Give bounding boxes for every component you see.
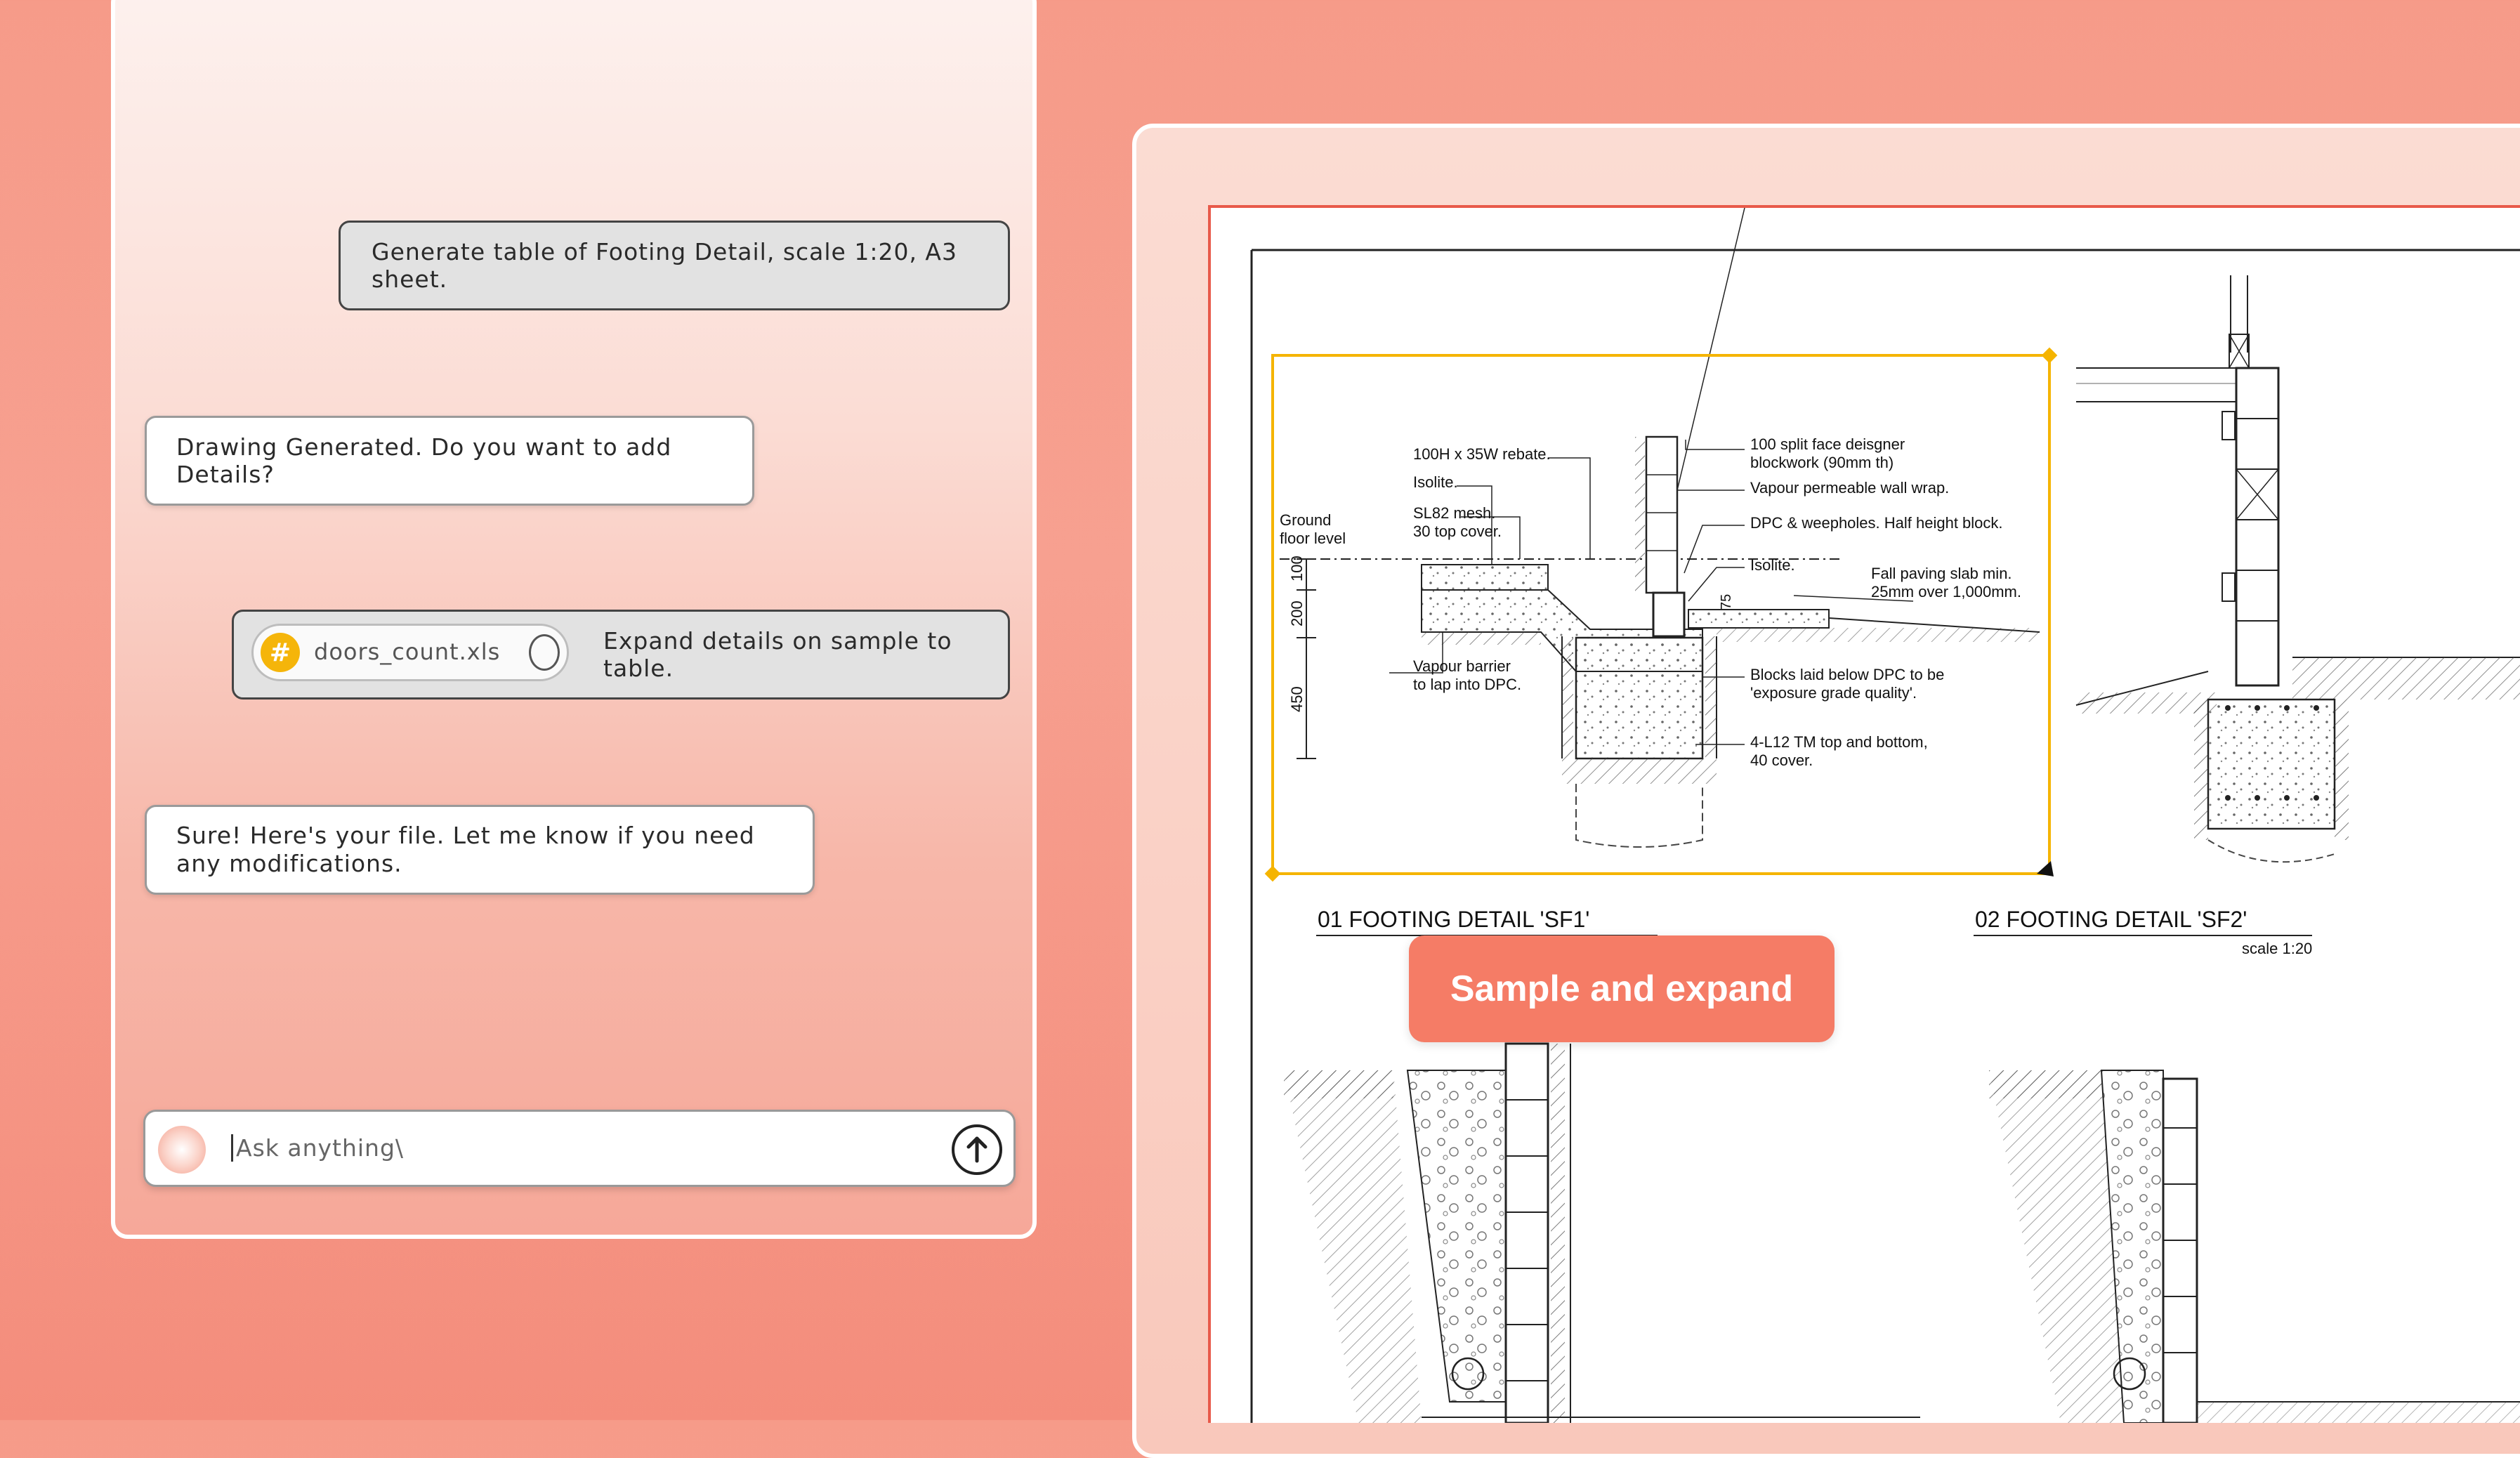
detail-title: 02 FOOTING DETAIL 'SF2' [1975,907,2247,932]
annotation: 'exposure grade quality'. [1750,684,1917,702]
message-text: Sure! Here's your file. Let me know if y… [176,822,755,877]
chat-message-user: Generate table of Footing Detail, scale … [339,221,1010,310]
footing-detail-sf1: 100H x 35W rebate. Isolite. SL82 mesh. 3… [1280,208,2040,848]
file-name: doors_count.xls [314,638,501,665]
annotation: blockwork (90mm th) [1750,454,1894,471]
hash-icon: # [261,633,300,672]
annotation: 100 split face deisgner [1750,435,1905,453]
footing-detail-lower-right [1989,1070,2520,1423]
annotation: 4-L12 TM top and bottom, [1750,733,1928,751]
footing-detail-lower-left [1284,1042,1920,1423]
message-text: Drawing Generated. Do you want to add De… [176,433,672,488]
message-text: Generate table of Footing Detail, scale … [372,238,957,293]
annotation: to lap into DPC. [1413,676,1521,693]
file-attachment-chip[interactable]: # doors_count.xls [251,624,569,681]
annotation: Vapour permeable wall wrap. [1750,479,1949,497]
dimension-label: 100 [1288,556,1306,582]
file-status-icon [529,634,560,671]
footing-detail-sf2 [2075,275,2520,863]
detail-scale: scale 1:20 [2242,940,2312,957]
dimension-label: 200 [1288,600,1306,626]
detail-title: 01 FOOTING DETAIL 'SF1' [1318,907,1589,932]
annotation: Ground [1280,511,1331,529]
dimension-label: 450 [1288,686,1306,712]
dimension-label: 75 [1719,594,1734,610]
annotation: DPC & weepholes. Half height block. [1750,514,2003,532]
annotation: Isolite. [1750,556,1795,574]
annotation: Vapour barrier [1413,657,1511,675]
chat-input-bar: Ask anything\ [143,1110,1016,1187]
chat-message-assistant: Drawing Generated. Do you want to add De… [145,416,754,506]
arrow-up-icon [966,1136,987,1163]
footing-drawing: 100H x 35W rebate. Isolite. SL82 mesh. 3… [1250,208,2520,1423]
annotation: floor level [1280,530,1346,547]
annotation: Isolite. [1413,473,1458,491]
annotation: Fall paving slab min. [1871,565,2012,582]
chat-input[interactable]: Ask anything\ [231,1134,404,1162]
annotation: 40 cover. [1750,751,1813,769]
chat-message-assistant: Sure! Here's your file. Let me know if y… [145,805,815,895]
annotation: Blocks laid below DPC to be [1750,666,1944,683]
annotation: 25mm over 1,000mm. [1871,583,2021,600]
drawing-sheet: 100H x 35W rebate. Isolite. SL82 mesh. 3… [1208,205,2520,1423]
message-text: Expand details on sample to table. [603,627,952,682]
sample-and-expand-button[interactable]: Sample and expand [1409,935,1835,1042]
send-button[interactable] [952,1124,1002,1175]
annotation: 100H x 35W rebate. [1413,445,1551,463]
annotation: SL82 mesh. [1413,504,1495,522]
assistant-avatar [158,1126,206,1174]
annotation: 30 top cover. [1413,523,1502,540]
